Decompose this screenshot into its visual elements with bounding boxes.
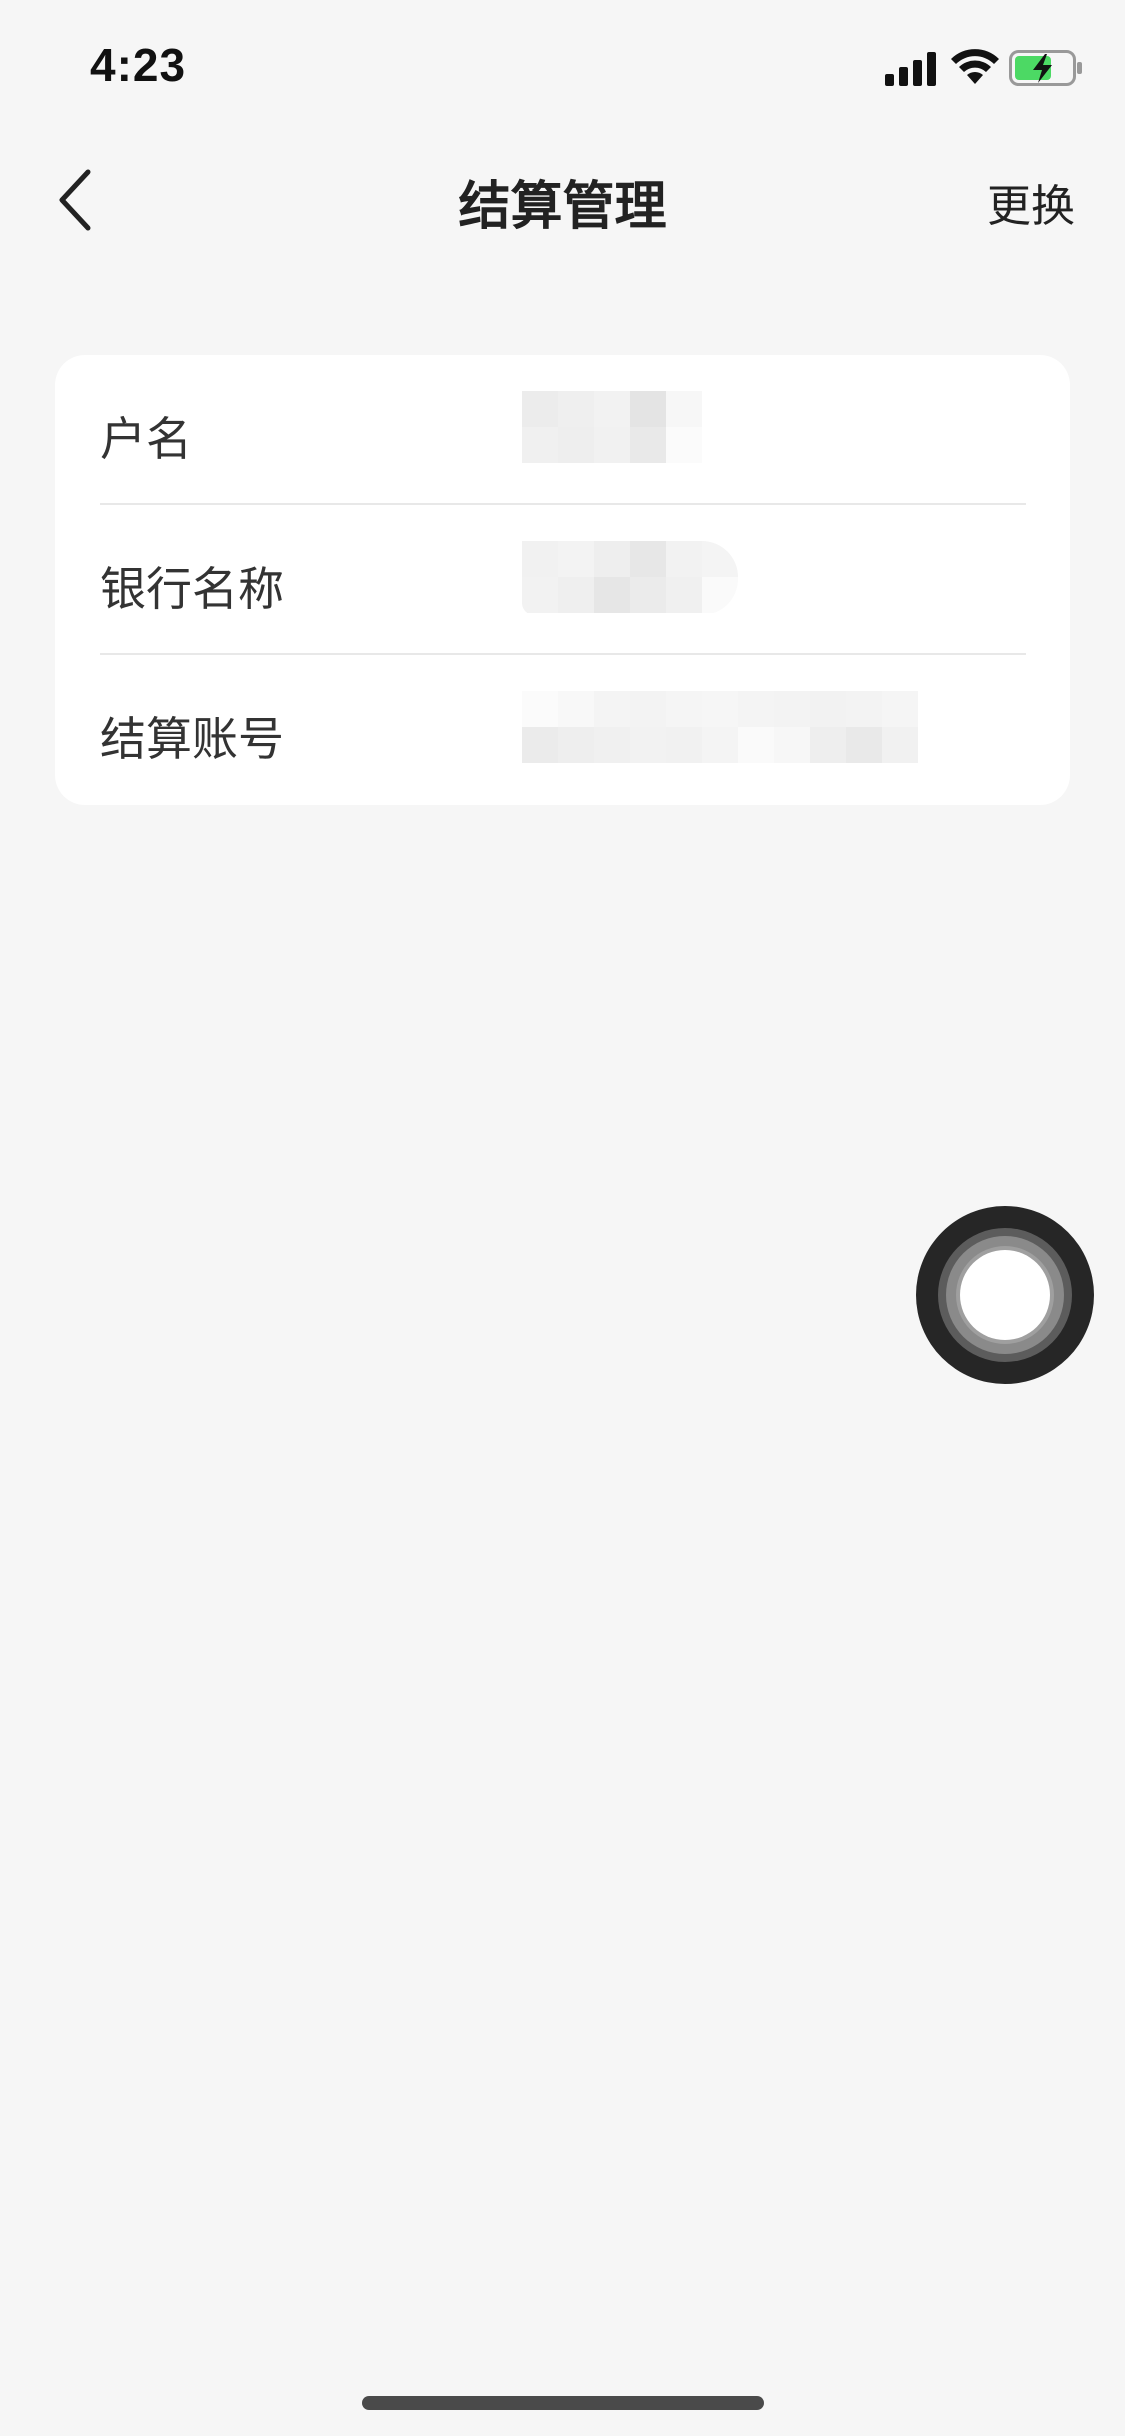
account-name-value-redacted [522, 391, 702, 465]
status-time: 4:23 [90, 39, 187, 91]
navigation-bar: 结算管理 更换 [0, 140, 1125, 260]
account-name-label: 户名 [100, 412, 192, 466]
bank-name-value-redacted [522, 541, 738, 615]
assistive-touch-core [960, 1250, 1050, 1340]
settlement-account-value-redacted [522, 691, 918, 765]
assistive-touch-button[interactable] [916, 1206, 1094, 1384]
account-name-row: 户名 [100, 355, 1026, 503]
settlement-account-label: 结算账号 [100, 712, 284, 766]
bank-name-row: 银行名称 [100, 505, 1026, 653]
settlement-account-row: 结算账号 [100, 655, 1026, 803]
home-indicator[interactable] [362, 2396, 764, 2410]
bank-name-label: 银行名称 [100, 562, 284, 616]
status-bar: 4:23 [0, 0, 1125, 140]
wifi-icon [951, 49, 999, 84]
cellular-signal-icon [885, 52, 936, 86]
change-button[interactable]: 更换 [987, 170, 1075, 234]
battery-charging-icon [1009, 50, 1082, 86]
page-title: 结算管理 [458, 177, 667, 237]
settlement-info-card: 户名 银行名称 结算账号 [55, 355, 1070, 805]
